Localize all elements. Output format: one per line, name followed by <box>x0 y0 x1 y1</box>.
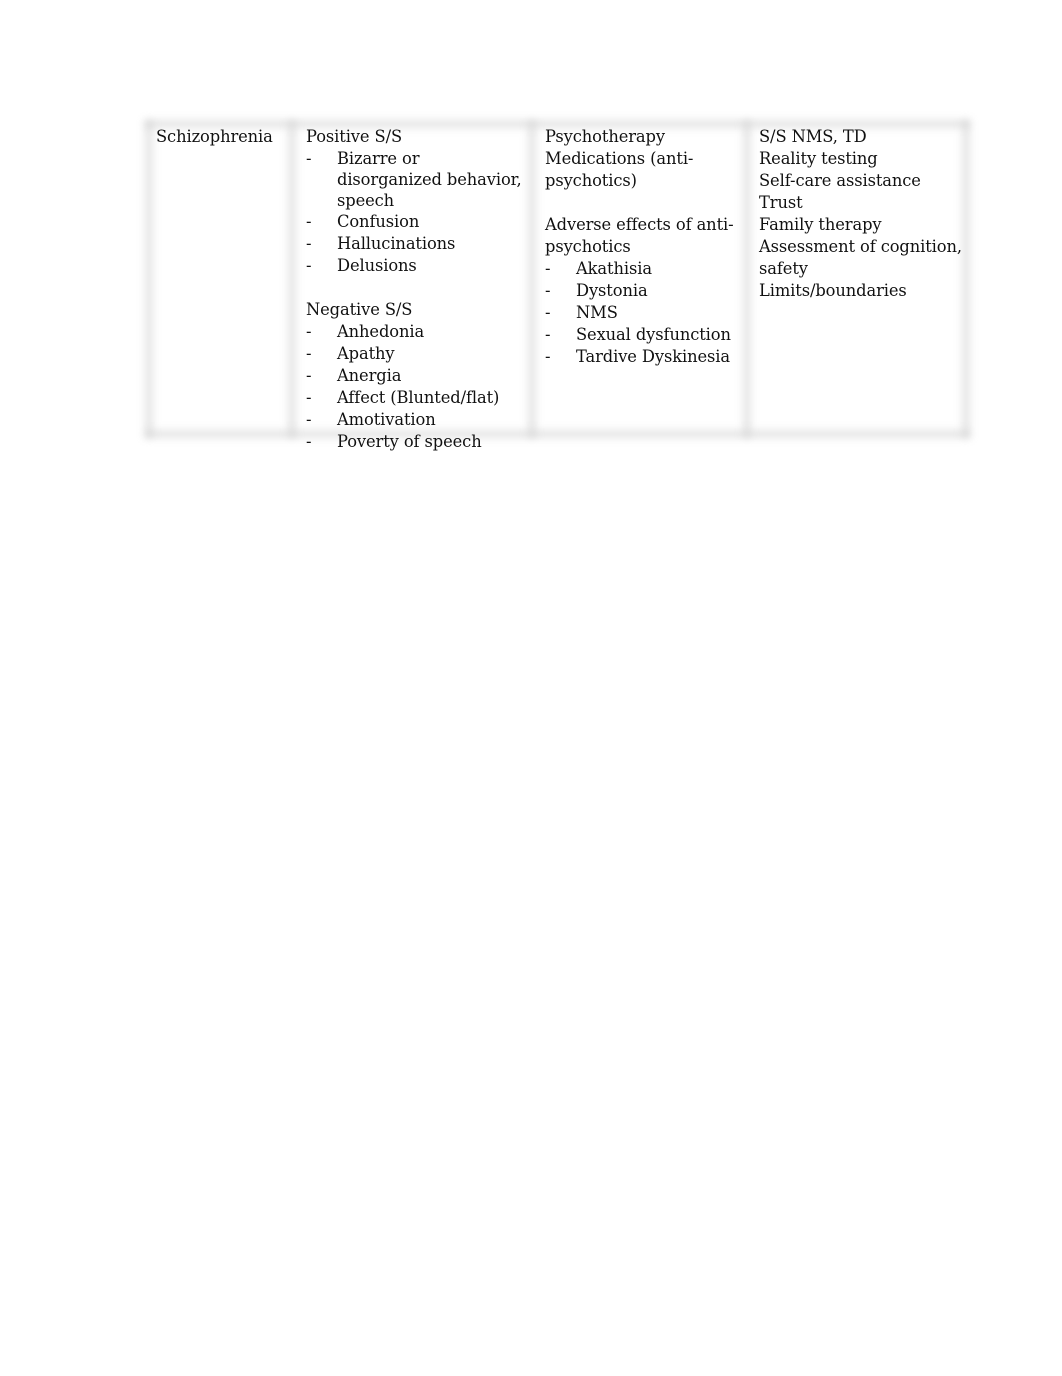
bullet-dash: - <box>306 410 312 429</box>
symptoms-cell: Positive S/S - Bizarre or disorganized b… <box>306 126 528 453</box>
bullet-dash: - <box>306 212 312 231</box>
document-page: Schizophrenia Positive S/S - Bizarre or … <box>0 0 1062 1376</box>
list-item: - NMS <box>545 302 740 324</box>
list-item-text: Hallucinations <box>337 234 456 253</box>
list-item: - Dystonia <box>545 280 740 302</box>
list-item-text: NMS <box>576 303 618 322</box>
list-item-text: Amotivation <box>337 410 436 429</box>
list-item-text: Sexual dysfunction <box>576 325 731 344</box>
bullet-dash: - <box>306 344 312 363</box>
list-item-text: Anergia <box>337 366 402 385</box>
table-border-left <box>145 120 153 438</box>
nursing-item: Limits/boundaries <box>759 281 907 300</box>
list-item: - Apathy <box>306 343 528 365</box>
treatment-line: Psychotherapy <box>545 127 665 146</box>
list-item-text: Akathisia <box>576 259 652 278</box>
list-item: - Anhedonia <box>306 321 528 343</box>
column-divider-3 <box>743 120 751 438</box>
list-item-text: Tardive Dyskinesia <box>576 347 730 366</box>
column-divider-1 <box>288 120 296 438</box>
nursing-item: Family therapy <box>759 215 882 234</box>
nursing-cell: S/S NMS, TD Reality testing Self-care as… <box>759 126 969 302</box>
list-item: - Poverty of speech <box>306 431 528 453</box>
bullet-dash: - <box>545 325 551 344</box>
column-divider-2 <box>528 120 536 438</box>
bullet-dash: - <box>306 149 312 168</box>
condition-cell: Schizophrenia <box>156 126 286 148</box>
list-item-text: Affect (Blunted/flat) <box>337 388 500 407</box>
bullet-dash: - <box>545 303 551 322</box>
nursing-item: Assessment of cognition, safety <box>759 237 962 278</box>
nursing-item: Reality testing <box>759 149 878 168</box>
list-item: - Amotivation <box>306 409 528 431</box>
bullet-dash: - <box>545 259 551 278</box>
bullet-dash: - <box>306 432 312 451</box>
list-item-text: Apathy <box>337 344 395 363</box>
table-border-bottom <box>145 430 970 438</box>
list-item: - Confusion <box>306 211 528 233</box>
list-item: - Hallucinations <box>306 233 528 255</box>
bullet-dash: - <box>306 234 312 253</box>
list-item: - Sexual dysfunction <box>545 324 740 346</box>
bullet-dash: - <box>545 281 551 300</box>
bullet-dash: - <box>306 322 312 341</box>
bullet-dash: - <box>545 347 551 366</box>
nursing-item: Trust <box>759 193 803 212</box>
list-item-text: Dystonia <box>576 281 648 300</box>
treatment-cell: Psychotherapy Medications (anti-psychoti… <box>545 126 740 368</box>
nursing-item: S/S NMS, TD <box>759 127 867 146</box>
nursing-item: Self-care assistance <box>759 171 921 190</box>
treatment-line: Medications (anti-psychotics) <box>545 149 694 190</box>
list-item-text: Poverty of speech <box>337 432 482 451</box>
bullet-dash: - <box>306 366 312 385</box>
negative-symptoms-heading: Negative S/S <box>306 300 413 319</box>
adverse-effects-heading: Adverse effects of anti-psychotics <box>545 215 734 256</box>
list-item-text: Bizarre or disorganized behavior, speech <box>337 149 522 210</box>
list-item: - Akathisia <box>545 258 740 280</box>
list-item: - Affect (Blunted/flat) <box>306 387 528 409</box>
bullet-dash: - <box>306 256 312 275</box>
list-item: - Bizarre or disorganized behavior, spee… <box>306 148 528 211</box>
list-item: - Tardive Dyskinesia <box>545 346 740 368</box>
list-item: - Anergia <box>306 365 528 387</box>
care-plan-table: Schizophrenia Positive S/S - Bizarre or … <box>145 120 970 451</box>
bullet-dash: - <box>306 388 312 407</box>
positive-symptoms-heading: Positive S/S <box>306 127 403 146</box>
list-item: - Delusions <box>306 255 528 277</box>
list-item-text: Anhedonia <box>337 322 425 341</box>
list-item-text: Confusion <box>337 212 420 231</box>
list-item-text: Delusions <box>337 256 417 275</box>
condition-name: Schizophrenia <box>156 127 273 146</box>
